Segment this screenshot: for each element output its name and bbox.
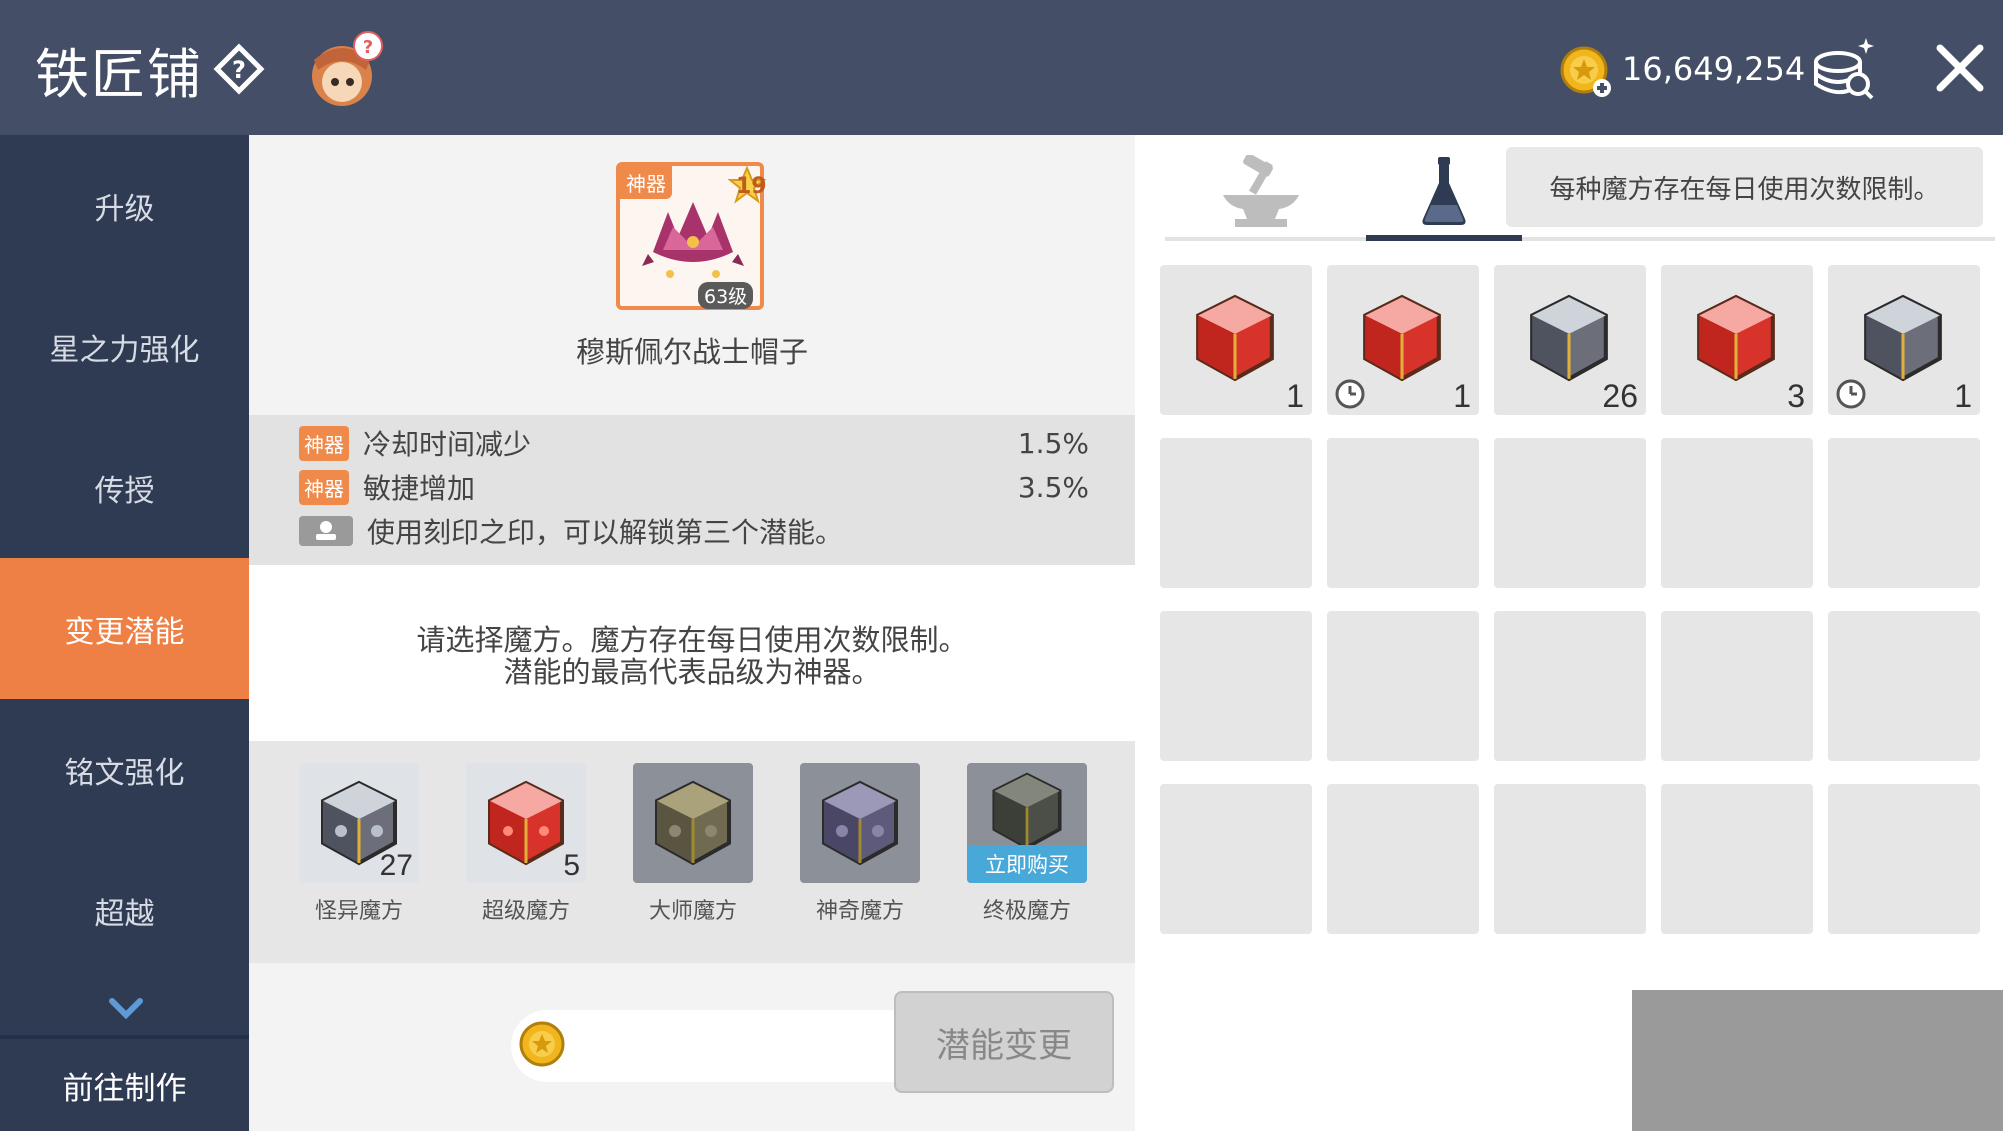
- red-cube-icon: [1363, 294, 1441, 382]
- coin-balance: 16,649,254: [1622, 50, 1806, 88]
- cube-slot-master[interactable]: [633, 763, 753, 883]
- slot-count: 26: [1602, 378, 1638, 414]
- item-slot[interactable]: 神器 19 63级: [616, 162, 767, 310]
- potential-list: 神器 冷却时间减少 1.5% 神器 敏捷增加 3.5% 使用刻印之印，可以解锁第…: [249, 415, 1135, 565]
- grey-cube-icon: [1864, 294, 1942, 382]
- purple-cube-icon: [822, 780, 898, 866]
- slot-count: 1: [1453, 378, 1471, 414]
- cube-slot-super[interactable]: 5: [466, 763, 586, 883]
- message-line-2: 潜能的最高代表品级为神器。: [503, 655, 881, 689]
- red-cube-icon: [1697, 294, 1775, 382]
- gold-cube-icon: [655, 780, 731, 866]
- stamp-icon: [299, 516, 353, 546]
- daily-limit-notice: 每种魔方存在每日使用次数限制。: [1506, 147, 1983, 227]
- inventory-slot-empty[interactable]: [1327, 611, 1479, 761]
- cube-label: 大师魔方: [648, 899, 737, 924]
- dark-cube-icon: [992, 772, 1062, 850]
- svg-text:?: ?: [363, 37, 373, 58]
- inventory-slot-empty[interactable]: [1160, 438, 1312, 588]
- svg-text:?: ?: [232, 56, 246, 84]
- potential-grade-tag: 神器: [299, 425, 349, 461]
- message-box: 请选择魔方。魔方存在每日使用次数限制。 潜能的最高代表品级为神器。: [249, 565, 1135, 741]
- inventory-slot-empty[interactable]: [1828, 438, 1980, 588]
- helmet-icon: [642, 202, 744, 278]
- red-cube-icon: [488, 780, 564, 866]
- cube-slot-ultimate[interactable]: 立即购买: [967, 763, 1087, 883]
- cube-label: 怪异魔方: [314, 899, 403, 924]
- inventory-slot-empty[interactable]: [1828, 611, 1980, 761]
- help-icon[interactable]: ?: [212, 42, 266, 96]
- sidebar-item-upgrade[interactable]: 升级: [0, 135, 249, 276]
- clock-icon: [1836, 379, 1866, 409]
- potential-line-locked: 使用刻印之印，可以解锁第三个潜能。: [299, 511, 1089, 551]
- cube-count: 27: [379, 849, 413, 882]
- potential-line-1: 神器 冷却时间减少 1.5%: [299, 423, 1089, 463]
- header-bar: 铁匠铺 ? ? 16,649,254: [0, 0, 2003, 135]
- inventory-slot-empty[interactable]: [1661, 611, 1813, 761]
- potential-value: 3.5%: [1017, 471, 1089, 504]
- inventory-slot-empty[interactable]: [1494, 438, 1646, 588]
- sidebar-item-inscription[interactable]: 铭文强化: [0, 699, 249, 840]
- inventory-slot-empty[interactable]: [1661, 438, 1813, 588]
- slot-count: 1: [1286, 378, 1304, 414]
- inventory-slot-empty[interactable]: [1160, 784, 1312, 934]
- go-craft-button[interactable]: 前往制作: [0, 1039, 249, 1131]
- inventory-slot[interactable]: 1: [1160, 265, 1312, 415]
- sidebar-item-starforce[interactable]: 星之力强化: [0, 276, 249, 417]
- chevron-down-icon[interactable]: [108, 995, 144, 1021]
- potential-line-2: 神器 敏捷增加 3.5%: [299, 467, 1089, 507]
- potential-value: 1.5%: [1017, 427, 1089, 460]
- slot-count: 3: [1787, 378, 1805, 414]
- cube-slot-miracle[interactable]: [800, 763, 920, 883]
- locked-hint: 使用刻印之印，可以解锁第三个潜能。: [367, 516, 844, 549]
- potential-panel: 神器 19 63级 穆斯佩尔战士帽子 神器 冷却时间减少 1.5% 神器 敏捷增…: [249, 135, 1135, 1131]
- sidebar-item-transfer[interactable]: 传授: [0, 417, 249, 558]
- inventory-slot[interactable]: 3: [1661, 265, 1813, 415]
- sidebar-item-transcend[interactable]: 超越: [0, 840, 249, 981]
- cube-count: 5: [563, 849, 580, 882]
- sidebar-item-potential[interactable]: 变更潜能: [0, 558, 249, 699]
- potential-label: 敏捷增加: [363, 472, 476, 505]
- tab-cubes[interactable]: [1366, 155, 1522, 241]
- buy-now-button[interactable]: 立即购买: [967, 845, 1087, 883]
- sidebar: 升级 星之力强化 传授 变更潜能 铭文强化 超越 前往制作: [0, 135, 249, 1131]
- clock-icon: [1335, 379, 1365, 409]
- cube-label: 超级魔方: [481, 899, 570, 924]
- page-title: 铁匠铺: [35, 43, 203, 106]
- item-name: 穆斯佩尔战士帽子: [575, 335, 808, 369]
- inventory-slot-empty[interactable]: [1327, 784, 1479, 934]
- cube-slot-strange[interactable]: 27: [299, 763, 419, 883]
- coin-icon: [519, 1021, 565, 1067]
- inventory-slot-empty[interactable]: [1494, 611, 1646, 761]
- inventory-slot[interactable]: 1: [1327, 265, 1479, 415]
- potential-grade-tag: 神器: [299, 469, 349, 505]
- grey-cube-icon: [1530, 294, 1608, 382]
- coin-search-icon[interactable]: [1808, 34, 1880, 104]
- cube-selector: 27 怪异魔方 5 超级魔方 大师魔方 神奇魔方 立即购买 终极魔方: [249, 741, 1135, 963]
- item-level-badge: 63级: [698, 282, 754, 309]
- change-potential-button[interactable]: 潜能变更: [894, 991, 1114, 1093]
- red-cube-icon: [1196, 294, 1274, 382]
- inventory-slot[interactable]: 26: [1494, 265, 1646, 415]
- blurred-watermark-patch: [1632, 990, 2003, 1131]
- cube-label: 神奇魔方: [815, 899, 904, 924]
- potential-label: 冷却时间减少: [363, 428, 532, 461]
- close-icon[interactable]: [1930, 38, 1990, 98]
- npc-avatar-icon[interactable]: ?: [300, 30, 390, 110]
- inventory-slot-empty[interactable]: [1494, 784, 1646, 934]
- inventory-slot-empty[interactable]: [1160, 611, 1312, 761]
- inventory-slot-empty[interactable]: [1327, 438, 1479, 588]
- anvil-icon[interactable]: [1213, 155, 1309, 235]
- flask-icon: [1422, 157, 1466, 225]
- coin-icon: [1560, 46, 1611, 97]
- cube-label: 终极魔方: [982, 899, 1071, 924]
- inventory-slot-empty[interactable]: [1661, 784, 1813, 934]
- inventory-slot-empty[interactable]: [1828, 784, 1980, 934]
- inventory-slot[interactable]: 1: [1828, 265, 1980, 415]
- slot-count: 1: [1954, 378, 1972, 414]
